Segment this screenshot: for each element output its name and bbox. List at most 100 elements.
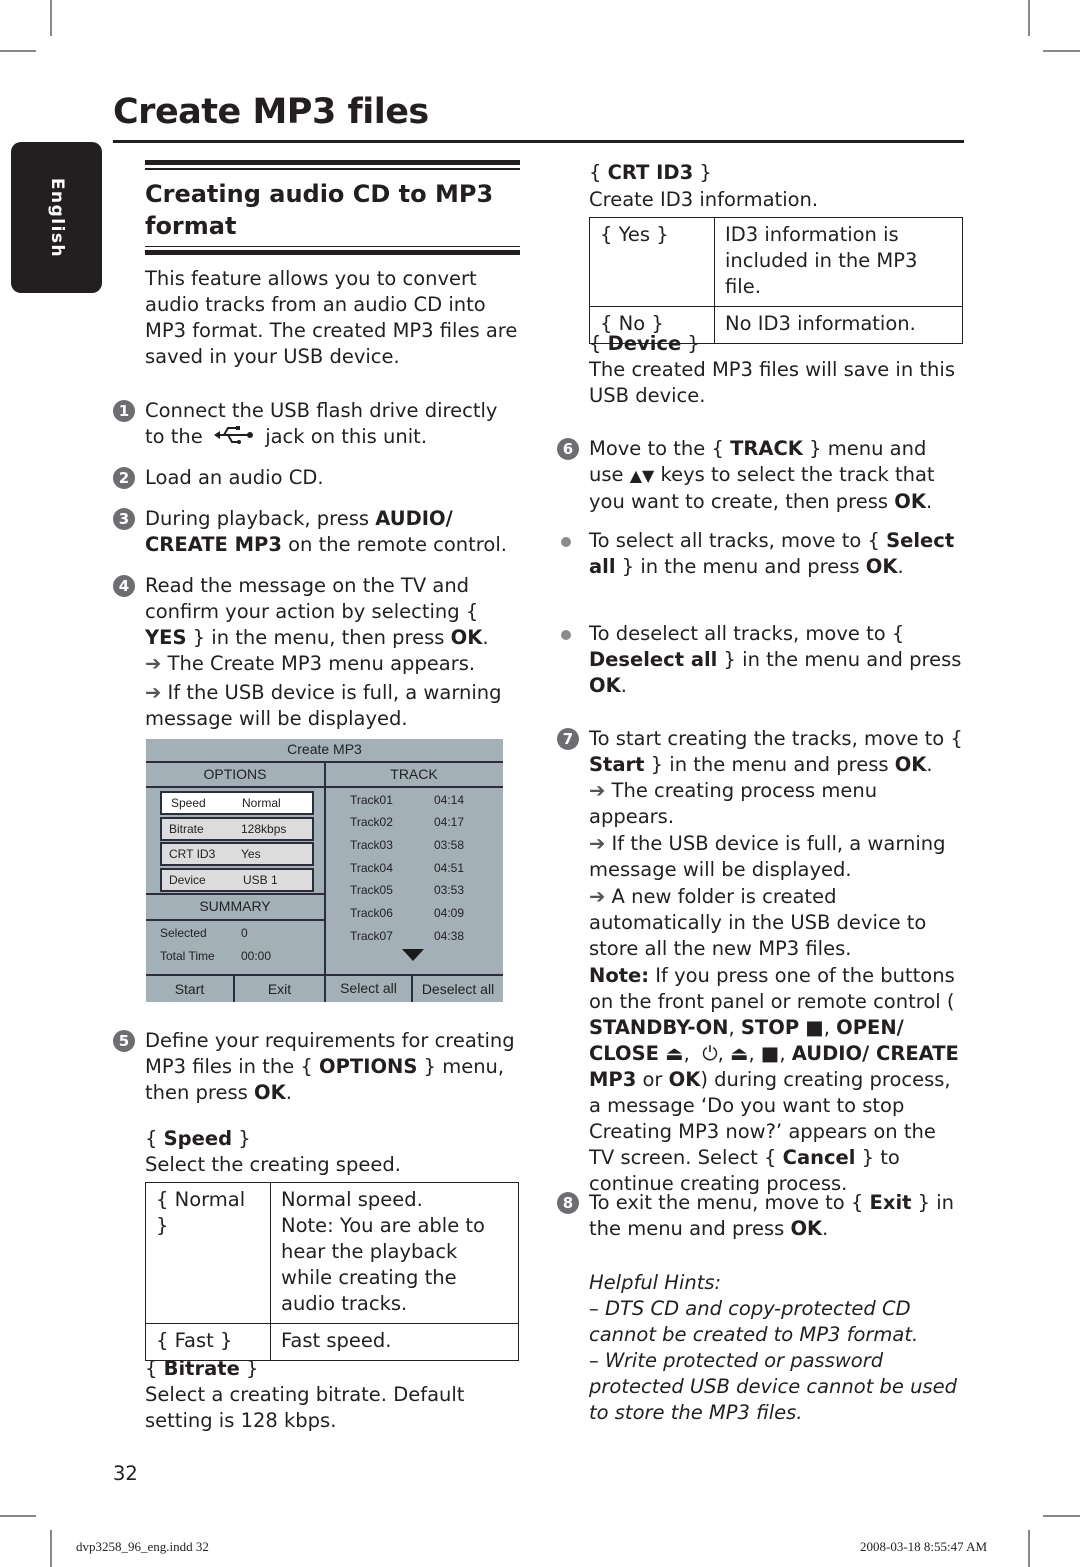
track-time: 04:14 bbox=[434, 793, 465, 807]
stop-icon: ■ bbox=[760, 1042, 780, 1065]
helpful-hints: Helpful Hints: – DTS CD and copy-protect… bbox=[589, 1270, 964, 1426]
footer-timestamp: 2008-03-18 8:55:47 AM bbox=[860, 1539, 988, 1554]
summary-label: Selected bbox=[160, 926, 207, 940]
step-result: ➔ If the USB device is full, a warning m… bbox=[589, 831, 964, 883]
hint-item: – Write protected or password protected … bbox=[589, 1349, 958, 1424]
step-number: 5 bbox=[113, 1030, 135, 1052]
crop-mark bbox=[0, 1515, 36, 1517]
step-number: 7 bbox=[557, 728, 579, 750]
table-row: { Normal } Normal speed. Note: You are ab… bbox=[145, 1182, 519, 1324]
step-7: 7 To start creating the tracks, move to … bbox=[557, 726, 964, 1197]
step-text: } in the menu, then press bbox=[186, 626, 451, 649]
option-name: Speed bbox=[163, 1127, 233, 1150]
step-4: 4 Read the message on the TV and confirm… bbox=[113, 573, 520, 732]
step-text: . bbox=[925, 490, 933, 513]
step-number: 2 bbox=[113, 467, 135, 489]
result-text: A new folder is created automatically in… bbox=[589, 885, 927, 960]
option-cell: { Yes } bbox=[589, 217, 715, 307]
step-text: . bbox=[285, 1081, 292, 1104]
option-device[interactable]: Device USB 1 bbox=[160, 868, 314, 892]
button-name: OK bbox=[894, 753, 927, 776]
device-heading: { Device } bbox=[589, 332, 700, 355]
step-text: To exit the menu, move to { bbox=[589, 1191, 870, 1214]
desc-cell: No ID3 information. bbox=[714, 306, 963, 344]
option-name: Bitrate bbox=[163, 1357, 240, 1380]
option-label: Speed bbox=[171, 796, 206, 810]
speed-heading: { Speed } bbox=[145, 1127, 251, 1150]
bullet-text: } in the menu and press bbox=[717, 648, 962, 671]
section-heading-block: Creating audio CD to MP3 format bbox=[145, 160, 520, 255]
track-header: TRACK bbox=[390, 766, 438, 782]
desc-cell: Normal speed. Note: You are able to hear … bbox=[270, 1182, 519, 1324]
exit-button[interactable]: Exit bbox=[235, 976, 324, 1002]
option-label: Bitrate bbox=[169, 822, 204, 836]
track-name[interactable]: Track01 bbox=[350, 793, 393, 807]
bullet-deselect-all: To deselect all tracks, move to { Desele… bbox=[561, 621, 964, 699]
option-value: 128kbps bbox=[241, 822, 287, 836]
step-result: ➔ A new folder is created automatically … bbox=[589, 884, 964, 962]
track-name[interactable]: Track07 bbox=[350, 929, 393, 943]
option-speed[interactable]: Speed Normal bbox=[160, 791, 314, 815]
track-name[interactable]: Track04 bbox=[350, 861, 393, 875]
menu-option: Cancel bbox=[782, 1146, 856, 1169]
step-result: ➔ If the USB device is full, a warning m… bbox=[145, 680, 520, 732]
bullet-icon bbox=[561, 630, 571, 640]
button-name: OK bbox=[668, 1068, 701, 1091]
track-name[interactable]: Track05 bbox=[350, 883, 393, 897]
intro-paragraph: This feature allows you to convert audio… bbox=[145, 267, 518, 368]
option-bitrate[interactable]: Bitrate 128kbps bbox=[160, 817, 314, 841]
menu-option: OPTIONS bbox=[319, 1055, 418, 1078]
track-time: 03:58 bbox=[434, 838, 465, 852]
desc-line: Note: You are able to hear the playback … bbox=[281, 1214, 485, 1315]
track-name[interactable]: Track02 bbox=[350, 815, 393, 829]
divider bbox=[145, 250, 520, 255]
step-text: . bbox=[822, 1217, 829, 1240]
deselect-all-button[interactable]: Deselect all bbox=[413, 976, 503, 1002]
menu-option: Start bbox=[589, 753, 645, 776]
button-name: OK bbox=[450, 626, 483, 649]
page-number: 32 bbox=[113, 1462, 138, 1485]
language-label: English bbox=[46, 177, 67, 258]
menu-option: TRACK bbox=[730, 437, 803, 460]
step-2: 2 Load an audio CD. bbox=[113, 465, 520, 491]
step-text: To start creating the tracks, move to { bbox=[589, 727, 963, 750]
button-name: OK bbox=[865, 555, 898, 578]
option-crt-id3[interactable]: CRT ID3 Yes bbox=[160, 842, 314, 866]
select-all-button[interactable]: Select all bbox=[326, 975, 411, 1001]
track-name[interactable]: Track06 bbox=[350, 906, 393, 920]
up-down-keys-icon: ▲▼ bbox=[629, 466, 655, 485]
bullet-text: . bbox=[897, 555, 904, 578]
crop-mark bbox=[50, 1530, 52, 1567]
step-number: 8 bbox=[557, 1192, 579, 1214]
step-5: 5 Define your requirements for creating … bbox=[113, 1028, 520, 1106]
step-text: . bbox=[482, 626, 489, 649]
step-number: 1 bbox=[113, 400, 135, 422]
step-text: Read the message on the TV and confirm y… bbox=[145, 574, 479, 623]
table-row: { Yes } ID3 information is included in t… bbox=[589, 217, 963, 307]
option-value: USB 1 bbox=[243, 873, 278, 887]
step-text: jack on this unit. bbox=[265, 425, 428, 448]
step-number: 3 bbox=[113, 508, 135, 530]
button-name: OK bbox=[589, 674, 621, 697]
desc-line: Normal speed. bbox=[281, 1188, 423, 1211]
bullet-text: To select all tracks, move to { bbox=[589, 529, 887, 552]
option-label: Device bbox=[169, 873, 206, 887]
start-button[interactable]: Start bbox=[146, 976, 233, 1002]
divider bbox=[145, 168, 520, 170]
table-row: { Fast } Fast speed. bbox=[145, 1323, 519, 1361]
option-cell: { Fast } bbox=[145, 1323, 271, 1361]
arrow-icon: ➔ bbox=[589, 885, 612, 908]
track-name[interactable]: Track03 bbox=[350, 838, 393, 852]
option-name: CRT ID3 bbox=[607, 161, 694, 184]
step-result: ➔ The creating process menu appears. bbox=[589, 778, 964, 830]
bullet-text: To deselect all tracks, move to { bbox=[589, 622, 905, 645]
button-name: OK bbox=[790, 1217, 823, 1240]
result-text: If the USB device is full, a warning mes… bbox=[145, 681, 502, 730]
arrow-icon: ➔ bbox=[589, 779, 612, 802]
scroll-down-icon[interactable] bbox=[402, 949, 424, 961]
divider bbox=[146, 919, 324, 921]
crop-mark bbox=[50, 0, 52, 36]
step-number: 6 bbox=[557, 438, 579, 460]
result-text: The creating process menu appears. bbox=[589, 779, 878, 828]
divider bbox=[146, 893, 324, 895]
